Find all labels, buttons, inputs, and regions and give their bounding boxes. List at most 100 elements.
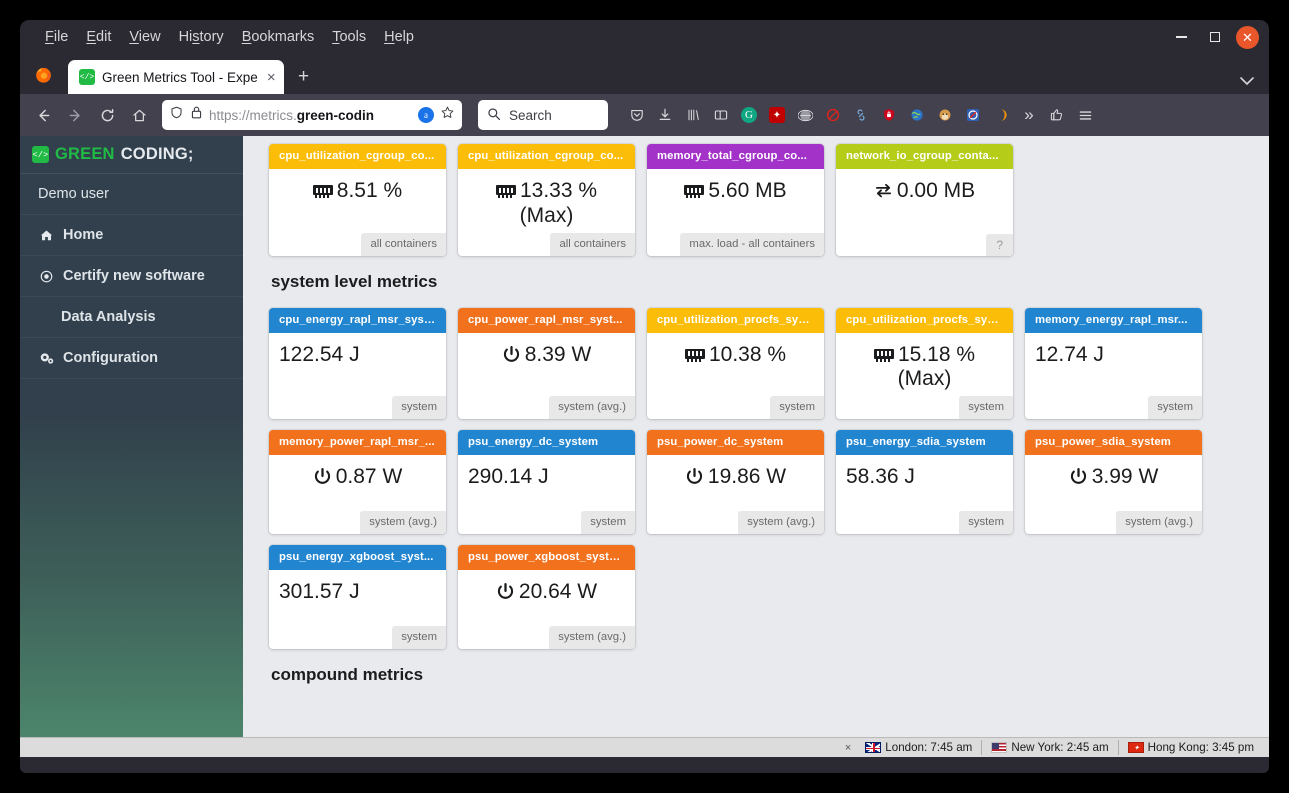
pocket-icon[interactable] — [624, 102, 650, 128]
account-icon[interactable] — [1044, 102, 1070, 128]
metric-card[interactable]: psu_energy_xgboost_syst... 301.57 J system — [269, 545, 446, 650]
metric-value: 15.18 % (Max) — [873, 343, 975, 393]
menu-file[interactable]: File — [36, 27, 77, 47]
metric-card[interactable]: network_io_cgroup_conta... 0.00 MB? — [836, 144, 1013, 256]
close-window-button[interactable]: ✕ — [1236, 25, 1259, 49]
metric-card[interactable]: psu_power_dc_system 19.86 W system (avg.) — [647, 430, 824, 535]
metric-number: 58.36 J — [846, 465, 915, 489]
globe-icon[interactable] — [792, 102, 818, 128]
search-bar[interactable]: Search — [478, 100, 608, 130]
metric-card[interactable]: memory_total_cgroup_co... 5.60 MB max. loa… — [647, 144, 824, 256]
shield-icon[interactable] — [169, 105, 184, 125]
metric-scope-tag: system (avg.) — [360, 511, 446, 535]
minimize-button[interactable] — [1164, 22, 1198, 52]
new-tab-button[interactable]: + — [290, 60, 318, 94]
metric-scope-tag: system (avg.) — [549, 626, 635, 650]
metric-card[interactable]: cpu_utilization_procfs_sys... 15.18 % (Max… — [836, 307, 1013, 420]
brand-logo[interactable]: </> GREEN CODING; — [20, 136, 243, 174]
code-brackets-icon: </> — [32, 146, 49, 163]
close-tab-icon[interactable]: × — [265, 69, 276, 86]
metric-card-body: 122.54 J — [269, 333, 446, 389]
block-icon[interactable] — [820, 102, 846, 128]
link-icon[interactable] — [848, 102, 874, 128]
metric-card-title: cpu_utilization_procfs_sys... — [647, 307, 824, 333]
overflow-icon[interactable]: » — [1016, 102, 1042, 128]
home-button[interactable] — [124, 100, 154, 130]
menu-view[interactable]: View — [120, 27, 169, 47]
metric-scope-tag[interactable]: ? — [986, 233, 1013, 256]
url-text[interactable]: https://metrics.green-codin — [209, 108, 412, 123]
metric-card[interactable]: memory_energy_rapl_msr... 12.74 J system — [1025, 307, 1202, 420]
metric-card[interactable]: cpu_utilization_procfs_sys... 10.38 % syst… — [647, 307, 824, 420]
list-all-tabs-icon[interactable] — [1239, 73, 1255, 90]
metric-value: 10.38 % — [684, 343, 786, 368]
metric-number: 0.00 MB — [896, 179, 976, 202]
monkey-icon[interactable] — [932, 102, 958, 128]
metric-card[interactable]: psu_power_sdia_system 3.99 W system (avg.) — [1025, 430, 1202, 535]
metric-card[interactable]: psu_energy_dc_system 290.14 J system — [458, 430, 635, 535]
menu-edit[interactable]: Edit — [77, 27, 120, 47]
metric-number: 8.39 W — [524, 342, 592, 366]
sidebar-item-certify-new-software[interactable]: Certify new software — [20, 256, 243, 297]
metric-card[interactable]: psu_energy_sdia_system 58.36 J system — [836, 430, 1013, 535]
browser-tab[interactable]: </> Green Metrics Tool - Expe × — [68, 60, 284, 94]
firefox-logo-icon — [28, 54, 58, 94]
library-icon[interactable] — [680, 102, 706, 128]
metric-card[interactable]: psu_power_xgboost_system 20.64 W system (a… — [458, 545, 635, 650]
magic-wand-icon[interactable]: ✦ — [764, 102, 790, 128]
maximize-button[interactable] — [1198, 22, 1232, 52]
menu-bar: File Edit View History Bookmarks Tools H… — [20, 20, 1269, 54]
reader-mode-icon[interactable]: a — [418, 107, 434, 123]
sidebar-item-demo-user[interactable]: Demo user — [20, 174, 243, 215]
metric-card-body: 301.57 J — [269, 570, 446, 626]
metric-number: 13.33 % — [519, 179, 598, 202]
metric-card-footer: system — [269, 626, 446, 650]
metrics-sections: cpu_utilization_cgroup_co... 8.51 % all co… — [269, 144, 1247, 685]
window-controls: ✕ — [1164, 20, 1261, 54]
forward-button[interactable] — [60, 100, 90, 130]
metric-card-title: cpu_energy_rapl_msr_syst... — [269, 307, 446, 333]
sidebar-item-data-analysis[interactable]: Data Analysis — [20, 297, 243, 338]
metric-value: 3.99 W — [1069, 465, 1158, 493]
metric-card-title: psu_energy_dc_system — [458, 430, 635, 456]
menu-history[interactable]: History — [170, 27, 233, 47]
back-button[interactable] — [28, 100, 58, 130]
metric-card[interactable]: cpu_utilization_cgroup_co... 13.33 % (Max)… — [458, 144, 635, 256]
downloads-icon[interactable] — [652, 102, 678, 128]
app-menu-icon[interactable] — [1072, 102, 1098, 128]
metric-card[interactable]: memory_power_rapl_msr_... 0.87 W system (a… — [269, 430, 446, 535]
sidebar-item-label: Demo user — [38, 186, 109, 202]
metric-card-footer: system (avg.) — [458, 626, 635, 650]
status-bar: × London: 7:45 am New York: 2:45 am ✦ Ho… — [20, 737, 1269, 757]
clock-label: New York: 2:45 am — [1011, 741, 1109, 754]
lock-icon[interactable] — [190, 105, 203, 125]
reload-button[interactable] — [92, 100, 122, 130]
menu-tools[interactable]: Tools — [323, 27, 375, 47]
clock-label: Hong Kong: 3:45 pm — [1147, 741, 1254, 754]
grammarly-icon[interactable]: G — [736, 102, 762, 128]
sidebar-icon[interactable] — [708, 102, 734, 128]
address-bar[interactable]: https://metrics.green-codin a — [162, 100, 462, 130]
blocker-icon[interactable] — [960, 102, 986, 128]
metric-card[interactable]: cpu_utilization_cgroup_co... 8.51 % all co… — [269, 144, 446, 256]
world-icon[interactable] — [904, 102, 930, 128]
metric-scope-tag: system — [959, 511, 1013, 535]
password-shield-icon[interactable] — [876, 102, 902, 128]
status-close-icon[interactable]: × — [845, 742, 851, 754]
metric-card-footer: all containers — [269, 232, 446, 256]
metric-number: 19.86 W — [707, 465, 787, 489]
metric-card-title: memory_total_cgroup_co... — [647, 144, 824, 169]
menu-help[interactable]: Help — [375, 27, 423, 47]
sidebar-item-configuration[interactable]: Configuration — [20, 338, 243, 379]
metric-value: 12.74 J — [1035, 343, 1104, 368]
metric-value: 122.54 J — [279, 343, 360, 368]
metric-card[interactable]: cpu_power_rapl_msr_syst... 8.39 W system (… — [458, 307, 635, 420]
hk-flag-icon: ✦ — [1127, 742, 1144, 753]
metric-card-footer: all containers — [458, 232, 635, 256]
sidebar-item-label: Configuration — [63, 350, 159, 366]
menu-bookmarks[interactable]: Bookmarks — [233, 27, 324, 47]
bookmark-star-icon[interactable] — [440, 105, 455, 125]
metric-card[interactable]: cpu_energy_rapl_msr_syst... 122.54 J syste… — [269, 307, 446, 420]
honey-icon[interactable] — [988, 102, 1014, 128]
sidebar-item-home[interactable]: Home — [20, 215, 243, 256]
